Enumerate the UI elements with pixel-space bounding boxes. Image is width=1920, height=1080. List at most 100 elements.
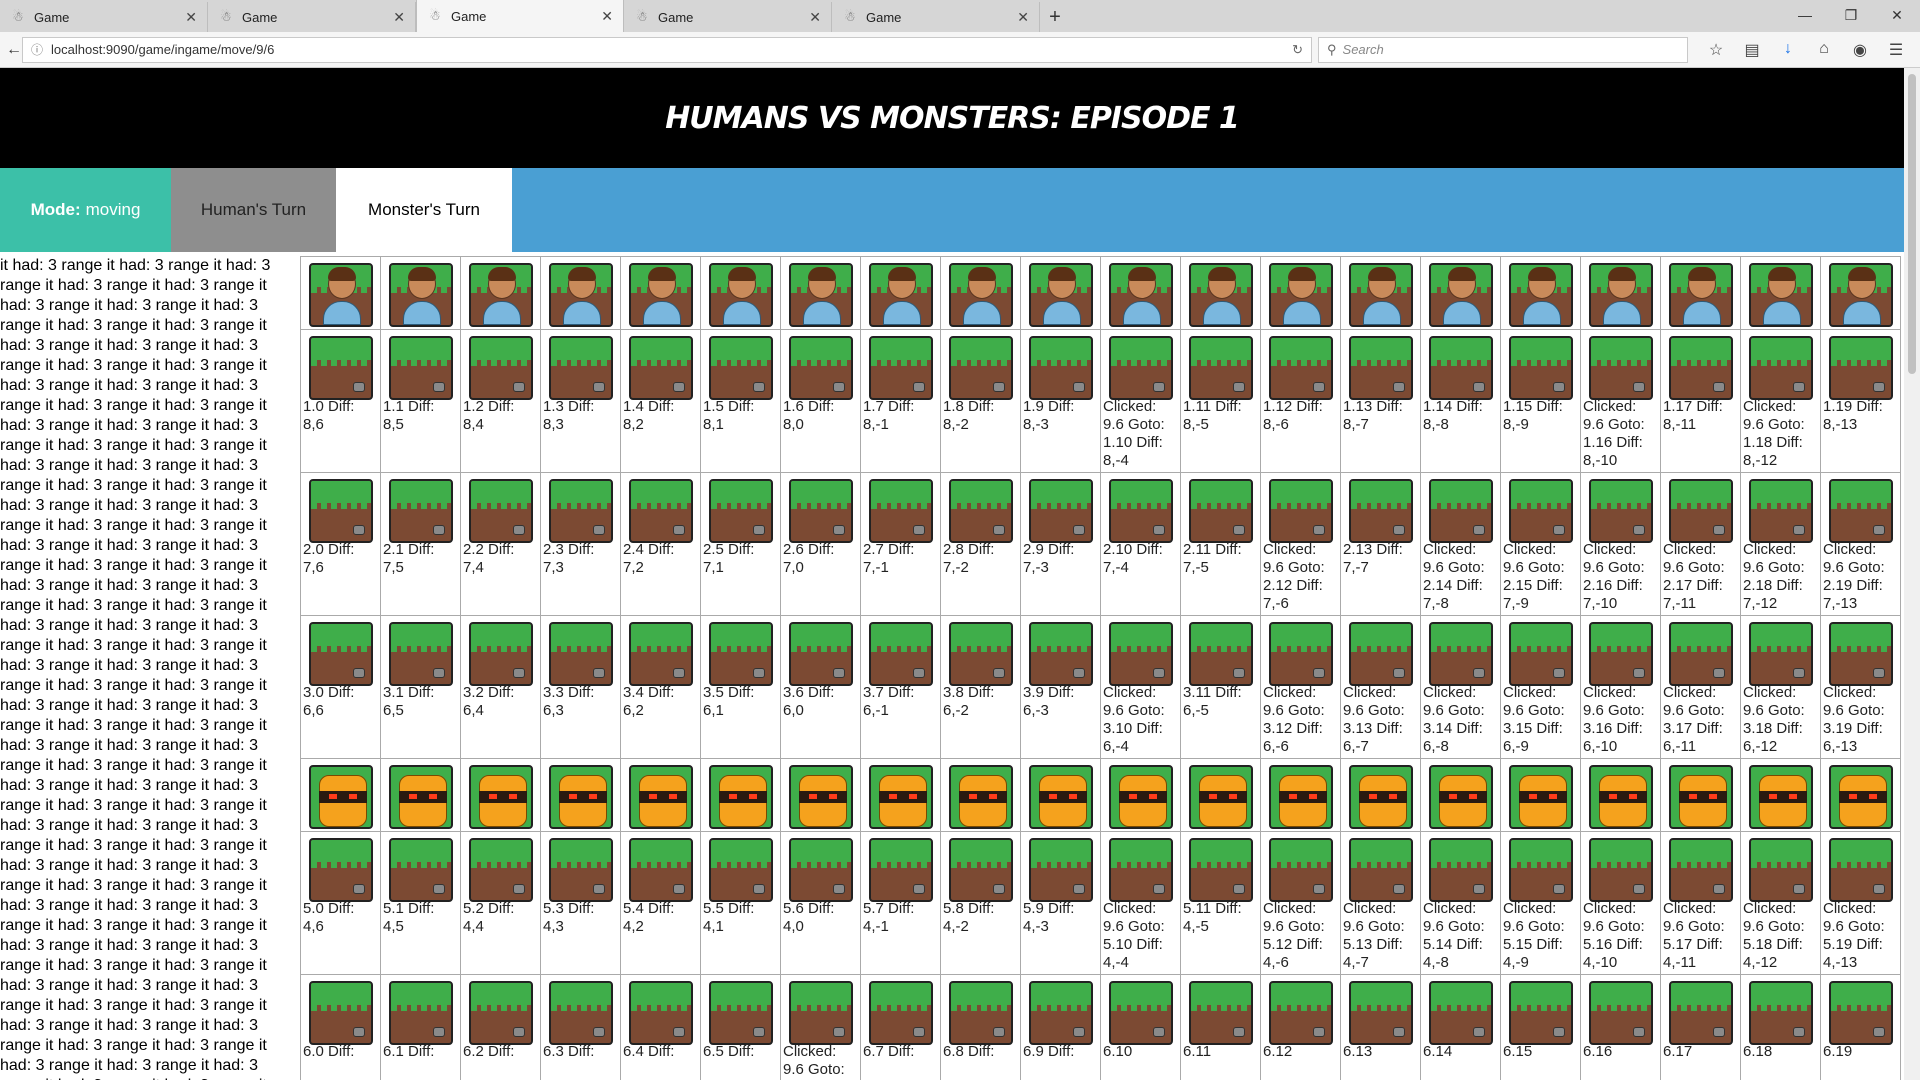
board-cell[interactable]: 6.13 (1340, 974, 1421, 1080)
grass-tile-icon[interactable] (1588, 336, 1653, 400)
board-cell[interactable]: Clicked: 9.6 Goto: 2.14 Diff: 7,-8 (1420, 472, 1501, 616)
grass-tile-icon[interactable] (468, 838, 533, 902)
home-icon[interactable]: ⌂ (1806, 40, 1842, 60)
board-cell[interactable]: Clicked: 9.6 Goto: 3.19 Diff: 6,-13 (1820, 615, 1901, 759)
download-icon[interactable]: ↓ (1770, 40, 1806, 60)
grass-tile-icon[interactable] (388, 838, 453, 902)
board-cell[interactable]: 3.4 Diff: 6,2 (620, 615, 701, 759)
board-cell[interactable]: 2.9 Diff: 7,-3 (1020, 472, 1101, 616)
monster-unit-icon[interactable] (548, 765, 613, 829)
monster-unit-icon[interactable] (628, 765, 693, 829)
grass-tile-icon[interactable] (1828, 622, 1893, 686)
grass-tile-icon[interactable] (1428, 981, 1493, 1045)
board-cell[interactable]: 5.8 Diff: 4,-2 (940, 831, 1021, 975)
grass-tile-icon[interactable] (1508, 981, 1573, 1045)
grass-tile-icon[interactable] (1348, 838, 1413, 902)
grass-tile-icon[interactable] (868, 622, 933, 686)
monster-unit-icon[interactable] (1428, 765, 1493, 829)
monster-unit-icon[interactable] (1028, 765, 1093, 829)
grass-tile-icon[interactable] (1188, 622, 1253, 686)
grass-tile-icon[interactable] (308, 981, 373, 1045)
grass-tile-icon[interactable] (1028, 336, 1093, 400)
board-cell[interactable]: Clicked: 9.6 Goto: 2.15 Diff: 7,-9 (1500, 472, 1581, 616)
human-unit-icon[interactable] (1668, 263, 1733, 327)
board-cell[interactable] (860, 256, 941, 330)
board-cell[interactable]: 6.2 Diff: (460, 974, 541, 1080)
grass-tile-icon[interactable] (708, 479, 773, 543)
grass-tile-icon[interactable] (308, 479, 373, 543)
grass-tile-icon[interactable] (1108, 838, 1173, 902)
board-cell[interactable] (620, 758, 701, 832)
grass-tile-icon[interactable] (468, 981, 533, 1045)
board-cell[interactable]: 5.7 Diff: 4,-1 (860, 831, 941, 975)
grass-tile-icon[interactable] (868, 336, 933, 400)
grass-tile-icon[interactable] (1188, 336, 1253, 400)
grass-tile-icon[interactable] (1348, 622, 1413, 686)
board-cell[interactable]: Clicked: 9.6 Goto: 5.14 Diff: 4,-8 (1420, 831, 1501, 975)
monster-unit-icon[interactable] (868, 765, 933, 829)
grass-tile-icon[interactable] (308, 838, 373, 902)
grass-tile-icon[interactable] (1748, 838, 1813, 902)
info-icon[interactable]: ⓘ (31, 41, 43, 58)
close-window-icon[interactable]: ✕ (1874, 0, 1920, 30)
grass-tile-icon[interactable] (308, 336, 373, 400)
grass-tile-icon[interactable] (1028, 622, 1093, 686)
browser-tab[interactable]: ☃ Game ✕ (832, 2, 1040, 32)
board-cell[interactable]: 2.5 Diff: 7,1 (700, 472, 781, 616)
grass-tile-icon[interactable] (1668, 981, 1733, 1045)
board-cell[interactable]: 3.7 Diff: 6,-1 (860, 615, 941, 759)
grass-tile-icon[interactable] (1428, 622, 1493, 686)
board-cell[interactable] (460, 256, 541, 330)
human-unit-icon[interactable] (548, 263, 613, 327)
minimize-icon[interactable]: — (1782, 0, 1828, 30)
board-cell[interactable] (1340, 758, 1421, 832)
grass-tile-icon[interactable] (1028, 981, 1093, 1045)
grass-tile-icon[interactable] (1268, 981, 1333, 1045)
board-cell[interactable] (1020, 758, 1101, 832)
board-cell[interactable]: Clicked: 9.6 Goto: 1.10 Diff: 8,-4 (1100, 329, 1181, 473)
grass-tile-icon[interactable] (1508, 479, 1573, 543)
monster-unit-icon[interactable] (1508, 765, 1573, 829)
monster-unit-icon[interactable] (1828, 765, 1893, 829)
board-cell[interactable] (780, 256, 861, 330)
board-cell[interactable]: 6.10 (1100, 974, 1181, 1080)
grass-tile-icon[interactable] (948, 622, 1013, 686)
board-cell[interactable] (460, 758, 541, 832)
board-cell[interactable]: 1.2 Diff: 8,4 (460, 329, 541, 473)
board-cell[interactable]: 6.0 Diff: (300, 974, 381, 1080)
human-unit-icon[interactable] (1588, 263, 1653, 327)
grass-tile-icon[interactable] (708, 336, 773, 400)
grass-tile-icon[interactable] (1588, 981, 1653, 1045)
browser-tab[interactable]: ☃ Game ✕ (208, 2, 416, 32)
board-cell[interactable]: 6.7 Diff: (860, 974, 941, 1080)
board-cell[interactable] (1660, 758, 1741, 832)
tab-monster-turn[interactable]: Monster's Turn (336, 168, 512, 252)
board-cell[interactable]: Clicked: 9.6 Goto: 2.19 Diff: 7,-13 (1820, 472, 1901, 616)
board-cell[interactable]: 5.3 Diff: 4,3 (540, 831, 621, 975)
board-cell[interactable]: Clicked: 9.6 Goto: 3.15 Diff: 6,-9 (1500, 615, 1581, 759)
board-cell[interactable]: 3.1 Diff: 6,5 (380, 615, 461, 759)
close-icon[interactable]: ✕ (393, 9, 405, 26)
grass-tile-icon[interactable] (1748, 336, 1813, 400)
grass-tile-icon[interactable] (1108, 336, 1173, 400)
grass-tile-icon[interactable] (1508, 838, 1573, 902)
grass-tile-icon[interactable] (1828, 838, 1893, 902)
board-cell[interactable] (1580, 256, 1661, 330)
board-cell[interactable]: Clicked: 9.6 Goto: 3.10 Diff: 6,-4 (1100, 615, 1181, 759)
board-cell[interactable]: 6.14 (1420, 974, 1501, 1080)
board-cell[interactable] (780, 758, 861, 832)
board-cell[interactable]: 2.0 Diff: 7,6 (300, 472, 381, 616)
grass-tile-icon[interactable] (1668, 622, 1733, 686)
grass-tile-icon[interactable] (388, 336, 453, 400)
monster-unit-icon[interactable] (1108, 765, 1173, 829)
board-cell[interactable]: 6.1 Diff: (380, 974, 461, 1080)
board-cell[interactable] (1180, 256, 1261, 330)
human-unit-icon[interactable] (868, 263, 933, 327)
grass-tile-icon[interactable] (1268, 479, 1333, 543)
address-bar[interactable]: ⓘ localhost:9090/game/ingame/move/9/6 ↻ (22, 36, 1312, 63)
grass-tile-icon[interactable] (868, 838, 933, 902)
board-cell[interactable] (1500, 256, 1581, 330)
board-cell[interactable] (1500, 758, 1581, 832)
human-unit-icon[interactable] (1428, 263, 1493, 327)
board-cell[interactable]: 3.5 Diff: 6,1 (700, 615, 781, 759)
